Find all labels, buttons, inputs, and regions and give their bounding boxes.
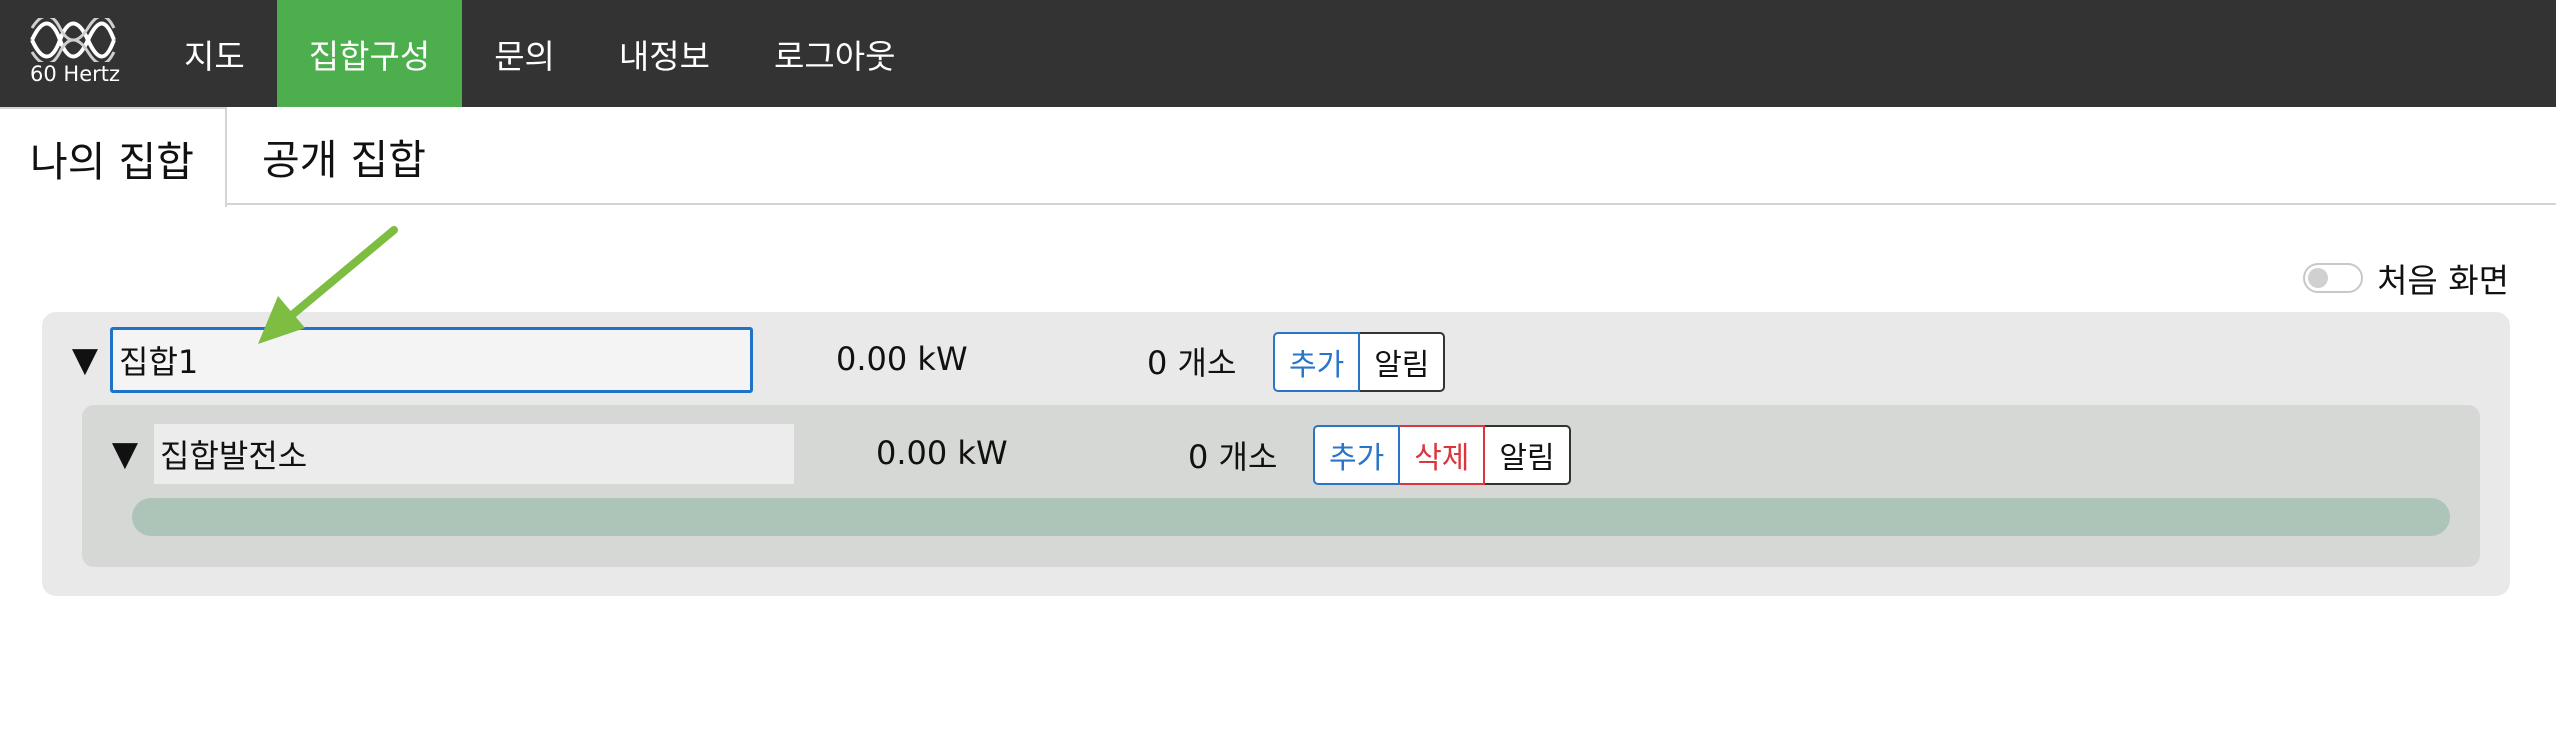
toggle-label: 처음 화면 — [2377, 261, 2509, 300]
sub-group-row: ▼ — [110, 424, 794, 484]
sine-wave-logo-icon — [30, 18, 116, 62]
group-button-group: 추가 알림 — [1273, 332, 1446, 392]
sub-group-power: 0.00 kW — [876, 434, 1008, 472]
triangle-down-icon[interactable]: ▼ — [70, 340, 100, 380]
nav-item-my-info[interactable]: 내정보 — [587, 0, 742, 107]
sub-group-count: 0 개소 — [1188, 438, 1278, 476]
nav-item-inquiry[interactable]: 문의 — [462, 0, 587, 107]
tab-my-groups[interactable]: 나의 집합 — [0, 107, 227, 207]
sub-group-button-group: 추가 삭제 알림 — [1313, 425, 1571, 485]
drop-zone-bar[interactable] — [132, 498, 2450, 536]
sub-group-name-input[interactable] — [154, 424, 794, 484]
group-count: 0 개소 — [1147, 344, 1237, 382]
group-row: ▼ — [70, 327, 753, 393]
toggle-knob — [2308, 268, 2329, 288]
tab-public-groups[interactable]: 공개 집합 — [232, 107, 456, 205]
nav-item-map[interactable]: 지도 — [152, 0, 277, 107]
logo[interactable]: 60 Hertz — [0, 0, 120, 107]
home-screen-toggle-row: 처음 화면 — [2303, 254, 2509, 302]
add-button[interactable]: 추가 — [1273, 332, 1361, 392]
triangle-down-icon[interactable]: ▼ — [110, 434, 140, 474]
alert-button[interactable]: 알림 — [1485, 425, 1571, 485]
alert-button[interactable]: 알림 — [1360, 332, 1446, 392]
delete-button[interactable]: 삭제 — [1400, 425, 1486, 485]
add-button[interactable]: 추가 — [1313, 425, 1401, 485]
home-screen-toggle[interactable] — [2303, 263, 2364, 293]
logo-text: 60 Hertz — [30, 62, 120, 86]
nav-item-logout[interactable]: 로그아웃 — [742, 0, 927, 107]
top-nav: 60 Hertz 지도 집합구성 문의 내정보 로그아웃 — [0, 0, 2556, 107]
group-power: 0.00 kW — [836, 340, 968, 378]
nav-item-aggregate-config[interactable]: 집합구성 — [276, 0, 463, 107]
group-name-input[interactable] — [110, 327, 753, 393]
tab-bar: 나의 집합 공개 집합 — [0, 107, 2556, 207]
